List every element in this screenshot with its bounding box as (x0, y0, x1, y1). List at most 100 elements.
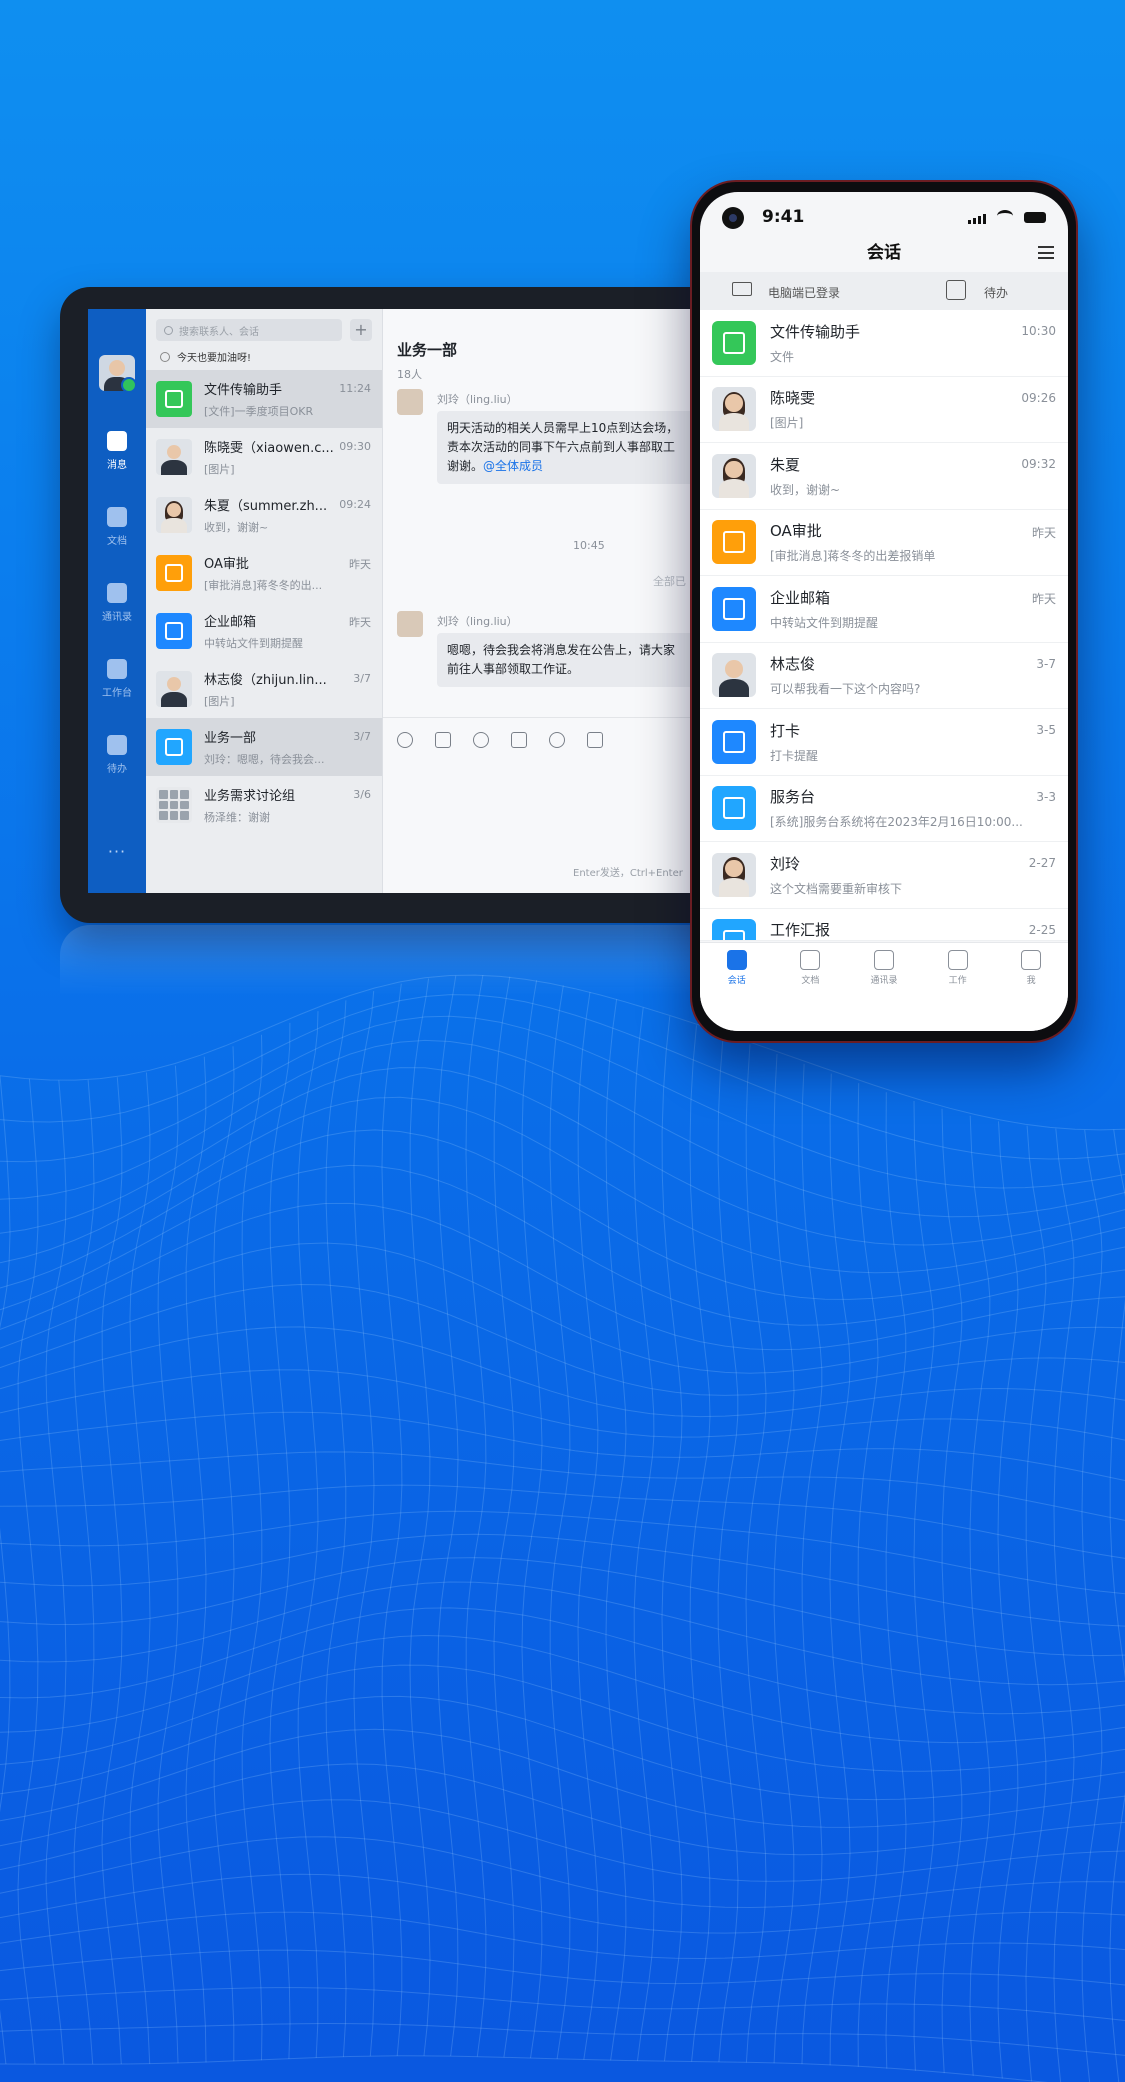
tab-label: 文档 (801, 976, 820, 986)
pc-login-status[interactable]: 电脑端已登录 (768, 284, 840, 301)
sender-avatar[interactable] (397, 611, 423, 637)
rail-item[interactable]: 通讯录 (102, 583, 132, 623)
status-motto[interactable]: 今天也要加油呀! (146, 341, 382, 370)
conversation-item[interactable]: 朱夏（summer.zh... 收到，谢谢~ 09:24 (146, 486, 382, 544)
conversation-item[interactable]: 服务台 [系统]服务台系统将在2023年2月16日10:00... 3-3 (700, 776, 1068, 842)
conversation-item[interactable]: OA审批 [审批消息]蒋冬冬的出... 昨天 (146, 544, 382, 602)
conversation-avatar (156, 555, 192, 591)
conversation-avatar (156, 729, 192, 765)
conversation-avatar (712, 586, 756, 631)
conversation-name: 服务台 (770, 788, 816, 807)
mention-all[interactable]: @全体成员 (483, 459, 543, 473)
conversation-preview: 这个文档需要重新审核下 (770, 881, 903, 896)
tab-item[interactable]: 工作 (921, 943, 995, 993)
rail-item-label: 待办 (107, 764, 127, 775)
tab-item[interactable]: 文档 (774, 943, 848, 993)
upload-icon[interactable] (511, 732, 527, 748)
conversation-time: 3/7 (353, 672, 371, 685)
conversation-name: 业务需求讨论组 (204, 789, 296, 804)
phone-screen: 9:41 会话 电脑端已登录 待办 文件传输助手 文件 10:30 陈晓雯 [图片] 09… (700, 192, 1068, 1031)
app-icon (165, 622, 183, 640)
conversation-item[interactable]: 业务一部 刘玲：嗯嗯，待会我会... 3/7 (146, 718, 382, 776)
briefcase-icon (947, 950, 968, 970)
sender-name: 刘玲（ling.liu） (437, 615, 518, 628)
conversation-item[interactable]: OA审批 [审批消息]蒋冬冬的出差报销单 昨天 (700, 510, 1068, 576)
conversation-item[interactable]: 企业邮箱 中转站文件到期提醒 昨天 (146, 602, 382, 660)
tablet-reflection (60, 925, 760, 995)
conversation-name: 业务一部 (204, 731, 257, 746)
phone-conversation-list: 文件传输助手 文件 10:30 陈晓雯 [图片] 09:26 朱夏 收到，谢谢~ 09:32 OA… (700, 310, 1068, 941)
sender-name: 刘玲（ling.liu） (437, 393, 518, 406)
conversation-avatar (156, 381, 192, 417)
image-icon[interactable] (435, 732, 451, 748)
scissors-icon[interactable] (473, 732, 489, 748)
rail-item[interactable]: 文档 (102, 507, 132, 547)
camera-icon (722, 207, 744, 229)
smile-icon (160, 351, 170, 362)
conversation-avatar (156, 613, 192, 649)
add-button[interactable]: + (350, 319, 372, 341)
conversation-preview: 收到，谢谢~ (770, 482, 841, 497)
conversation-item[interactable]: 企业邮箱 中转站文件到期提醒 昨天 (700, 576, 1068, 643)
emoji-icon[interactable] (397, 732, 413, 748)
conversation-time: 3-7 (1036, 656, 1056, 671)
search-input[interactable]: 搜索联系人、会话 (156, 319, 342, 341)
bottom-tab-bar: 会话 文档 通讯录 工作 我 (700, 942, 1068, 993)
app-icon (165, 738, 183, 756)
more-icon[interactable]: ··· (108, 842, 126, 861)
tab-label: 工作 (948, 976, 967, 986)
contact-avatar (712, 387, 756, 432)
tab-item[interactable]: 会话 (700, 943, 774, 993)
desktop-icon[interactable] (732, 282, 752, 296)
tab-item[interactable]: 通讯录 (847, 943, 921, 993)
conversation-name: 林志俊（zhijun.lin... (204, 673, 327, 688)
conversation-preview: 刘玲：嗯嗯，待会我会... (204, 753, 325, 766)
rail-item[interactable]: 待办 (102, 735, 132, 775)
tab-item[interactable]: 我 (994, 943, 1068, 993)
signal-icon (968, 214, 988, 224)
conversation-item[interactable]: 陈晓雯 [图片] 09:26 (700, 377, 1068, 443)
conversation-item[interactable]: 工作汇报 2-25 (700, 909, 1068, 941)
conversation-item[interactable]: 文件传输助手 文件 10:30 (700, 310, 1068, 377)
conversation-preview: [系统]服务台系统将在2023年2月16日10:00... (770, 815, 1023, 830)
contacts-icon (873, 950, 894, 970)
chat-icon (726, 950, 747, 970)
read-status[interactable]: 全部已 (653, 573, 686, 589)
conversation-item[interactable]: 刘玲 这个文档需要重新审核下 2-27 (700, 842, 1068, 909)
check-icon[interactable] (549, 732, 565, 748)
conversation-item[interactable]: 文件传输助手 [文件]一季度项目OKR 11:24 (146, 370, 382, 428)
conversation-time: 11:24 (339, 382, 371, 395)
chart-icon[interactable] (587, 732, 603, 748)
conversation-item[interactable]: 打卡 打卡提醒 3-5 (700, 709, 1068, 776)
input-toolbar (397, 732, 625, 748)
rail-item-label: 消息 (107, 460, 127, 471)
conversation-name: 企业邮箱 (770, 588, 831, 607)
conversation-preview: [文件]一季度项目OKR (204, 405, 314, 418)
menu-icon[interactable] (1038, 246, 1054, 259)
conversation-time: 3-3 (1036, 789, 1056, 804)
conversation-avatar (712, 918, 756, 940)
conversation-name: 陈晓雯 (770, 389, 816, 408)
sender-avatar[interactable] (397, 389, 423, 415)
todo-link[interactable]: 待办 (984, 284, 1008, 301)
conversation-preview: 打卡提醒 (770, 748, 819, 763)
conversation-item[interactable]: 陈晓雯（xiaowen.c... [图片] 09:30 (146, 428, 382, 486)
contact-avatar (156, 497, 192, 533)
rail-item[interactable]: 工作台 (102, 659, 132, 699)
conversation-item[interactable]: 林志俊（zhijun.lin... [图片] 3/7 (146, 660, 382, 718)
app-icon (723, 797, 745, 820)
conversation-item[interactable]: 林志俊 可以帮我看一下这个内容吗? 3-7 (700, 643, 1068, 709)
workbench-icon (107, 659, 127, 679)
conversation-time: 3-5 (1036, 723, 1056, 737)
conversation-item[interactable]: 业务需求讨论组 杨泽维：谢谢 3/6 (146, 776, 382, 834)
todo-icon[interactable] (946, 280, 966, 300)
conversation-preview: [图片] (204, 463, 235, 476)
conversation-time: 2-25 (1028, 922, 1056, 937)
phone-header: 会话 (700, 240, 1068, 272)
message-icon (107, 431, 127, 451)
conversation-item[interactable]: 朱夏 收到，谢谢~ 09:32 (700, 443, 1068, 510)
contact-avatar (712, 852, 756, 897)
app-icon (723, 929, 745, 940)
rail-item[interactable]: 消息 (102, 431, 132, 471)
conversation-preview: [图片] (770, 416, 804, 431)
